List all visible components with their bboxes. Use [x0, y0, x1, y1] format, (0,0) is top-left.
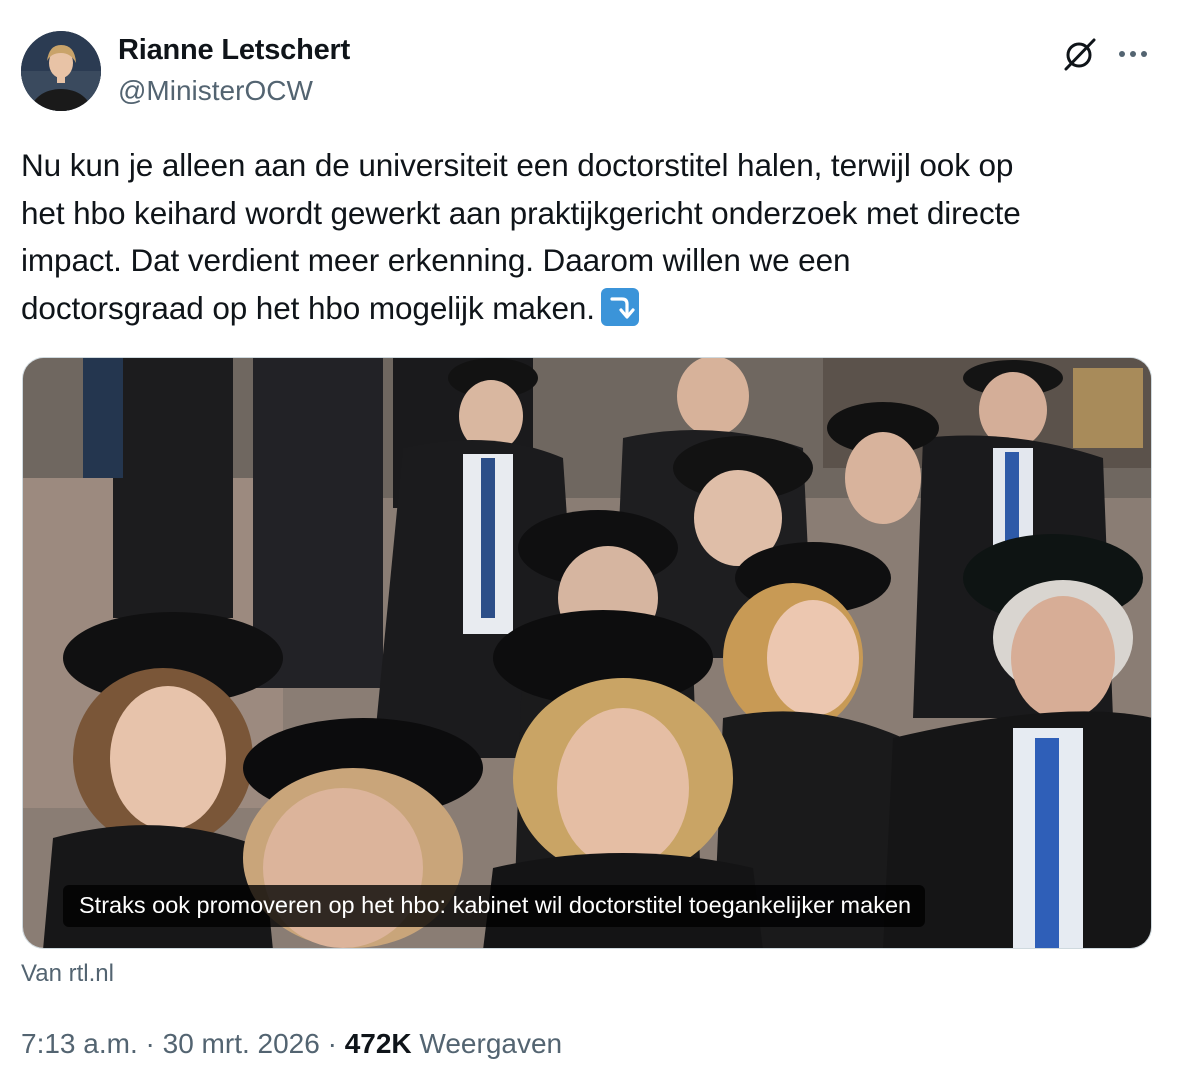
tweet-meta: 7:13 a.m. · 30 mrt. 2026 · 472K Weergave…: [21, 1028, 562, 1060]
link-card[interactable]: Straks ook promoveren op het hbo: kabine…: [22, 357, 1152, 949]
tweet-text-line: doctorsgraad op het hbo mogelijk maken.: [21, 289, 595, 326]
more-icon[interactable]: [1112, 34, 1156, 74]
tweet-text-line: het hbo keihard wordt gewerkt aan prakti…: [21, 194, 1021, 231]
tweet-text-line: Nu kun je alleen aan de universiteit een…: [21, 147, 1014, 183]
author-handle[interactable]: @MinisterOCW: [118, 75, 313, 107]
right-arrow-curving-down-icon: [600, 287, 639, 326]
tweet-text-line: impact. Dat verdient meer erkenning. Daa…: [21, 242, 851, 278]
meta-separator: ·: [319, 1028, 345, 1059]
tweet-date[interactable]: 30 mrt. 2026: [163, 1028, 320, 1059]
views-count: 472K: [344, 1028, 412, 1059]
tweet-time[interactable]: 7:13 a.m.: [21, 1028, 138, 1059]
author-display-name[interactable]: Rianne Letschert: [118, 34, 350, 67]
tweet-text-line-last: doctorsgraad op het hbo mogelijk maken.: [21, 285, 1171, 333]
card-caption: Straks ook promoveren op het hbo: kabine…: [63, 885, 926, 927]
card-source-link[interactable]: Van rtl.nl: [21, 960, 114, 988]
tweet-text: Nu kun je alleen aan de universiteit een…: [21, 142, 1171, 332]
grok-icon[interactable]: [1060, 34, 1100, 74]
author-avatar[interactable]: [21, 31, 101, 111]
views-label: Weergaven: [411, 1028, 563, 1059]
meta-separator: ·: [137, 1028, 163, 1059]
card-image: [23, 358, 1151, 948]
